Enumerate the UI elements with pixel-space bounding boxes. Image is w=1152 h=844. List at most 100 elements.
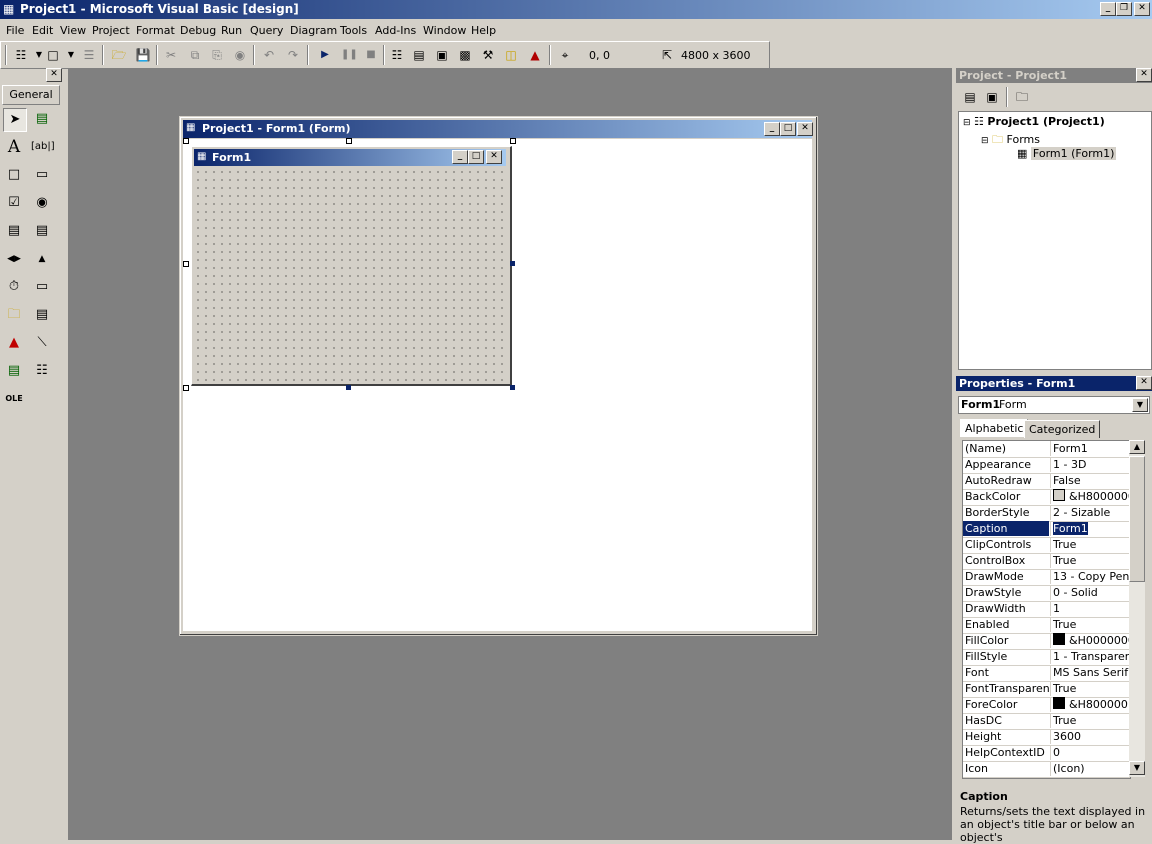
property-row[interactable]: Height 3600	[963, 729, 1130, 746]
data-view-icon[interactable]: ◫	[503, 47, 519, 63]
toolbox-tab-general[interactable]: General	[2, 85, 60, 105]
toolbox-close-button[interactable]: ✕	[46, 68, 62, 82]
property-row[interactable]: Font MS Sans Serif	[963, 665, 1130, 682]
end-icon[interactable]: ■	[363, 47, 379, 63]
tab-categorized[interactable]: Categorized	[1024, 420, 1101, 438]
form1-title-bar[interactable]: ▦ Form1 _ □ ✕	[194, 149, 506, 166]
ole-icon[interactable]: OLE	[3, 388, 25, 410]
scroll-down-icon[interactable]: ▼	[1129, 761, 1145, 775]
image-icon[interactable]: ▤	[3, 360, 25, 382]
start-icon[interactable]: ▶	[317, 47, 333, 63]
listbox-icon[interactable]: ▤	[31, 220, 53, 242]
collapse-icon[interactable]: ⊟	[981, 136, 989, 146]
property-value[interactable]: True	[1050, 537, 1130, 552]
property-row[interactable]: Icon (Icon)	[963, 761, 1130, 778]
property-value[interactable]: (Icon)	[1050, 761, 1130, 776]
project-explorer-close-button[interactable]: ✕	[1136, 68, 1152, 82]
properties-title-bar[interactable]: Properties - Form1 ✕	[956, 376, 1152, 391]
app-title-bar[interactable]: ▦ Project1 - Microsoft Visual Basic [des…	[0, 0, 1152, 19]
property-value[interactable]: 1	[1050, 601, 1130, 616]
picturebox-icon[interactable]: ▤	[31, 108, 53, 130]
property-row[interactable]: BorderStyle 2 - Sizable	[963, 505, 1130, 522]
menu-project[interactable]: Project	[92, 24, 130, 37]
property-value[interactable]: 2 - Sizable	[1050, 505, 1130, 520]
menu-editor-icon[interactable]: ☰	[81, 47, 97, 63]
menu-edit[interactable]: Edit	[32, 24, 53, 37]
redo-icon[interactable]: ↷	[285, 47, 301, 63]
designer-title-bar[interactable]: ▦ Project1 - Form1 (Form) _ □ ✕	[183, 120, 813, 138]
collapse-icon[interactable]: ⊟	[963, 118, 971, 128]
menu-tools[interactable]: Tools	[340, 24, 367, 37]
object-selector[interactable]: Form1 Form ▼	[958, 396, 1150, 414]
cut-icon[interactable]: ✂	[163, 47, 179, 63]
data-control-icon[interactable]: ☷	[31, 360, 53, 382]
form1-design-grid[interactable]	[194, 168, 506, 381]
property-row[interactable]: ClipControls True	[963, 537, 1130, 554]
property-value[interactable]: Form1	[1050, 441, 1130, 456]
label-icon[interactable]: A	[3, 136, 25, 158]
vscrollbar-icon[interactable]: ▲	[31, 248, 53, 270]
property-grid-scrollbar[interactable]: ▲ ▼	[1129, 440, 1145, 777]
textbox-icon[interactable]: [ab|]	[31, 136, 55, 158]
menu-view[interactable]: View	[60, 24, 86, 37]
toggle-folders-icon[interactable]: 🗀	[1014, 89, 1030, 105]
property-row[interactable]: AutoRedraw False	[963, 473, 1130, 490]
property-value[interactable]: 0	[1050, 745, 1130, 760]
undo-icon[interactable]: ↶	[261, 47, 277, 63]
checkbox-icon[interactable]: ☑	[3, 192, 25, 214]
properties-window-icon[interactable]: ▤	[411, 47, 427, 63]
property-row[interactable]: Appearance 1 - 3D	[963, 457, 1130, 474]
view-code-icon[interactable]: ▤	[962, 89, 978, 105]
properties-close-button[interactable]: ✕	[1136, 376, 1152, 390]
menu-query[interactable]: Query	[250, 24, 283, 37]
dirlistbox-icon[interactable]: 🗀	[3, 304, 25, 326]
menu-file[interactable]: File	[6, 24, 24, 37]
dropdown-arrow-icon[interactable]: ▼	[63, 47, 79, 63]
tree-node-project[interactable]: ⊟ ☷ Project1 (Project1)	[963, 115, 1105, 128]
filelistbox-icon[interactable]: ▤	[31, 304, 53, 326]
frame-icon[interactable]: □	[3, 164, 25, 186]
combobox-icon[interactable]: ▤	[3, 220, 25, 242]
property-value[interactable]: &H8000000F	[1050, 489, 1130, 504]
property-value[interactable]: &H00000000	[1050, 633, 1130, 648]
menu-run[interactable]: Run	[221, 24, 242, 37]
menu-window[interactable]: Window	[423, 24, 466, 37]
property-row[interactable]: HelpContextID 0	[963, 745, 1130, 762]
add-form-icon[interactable]: □	[45, 47, 61, 63]
copy-icon[interactable]: ⧉	[187, 47, 203, 63]
pointer-icon[interactable]: ➤	[3, 108, 27, 132]
project-explorer-icon[interactable]: ☷	[389, 47, 405, 63]
commandbutton-icon[interactable]: ▭	[31, 164, 53, 186]
property-row[interactable]: DrawMode 13 - Copy Pen	[963, 569, 1130, 586]
property-value[interactable]: True	[1050, 553, 1130, 568]
property-value[interactable]: MS Sans Serif	[1050, 665, 1130, 680]
add-project-icon[interactable]: ☷	[13, 47, 29, 63]
property-value[interactable]: 13 - Copy Pen	[1050, 569, 1130, 584]
paste-icon[interactable]: ⎘	[209, 47, 225, 63]
optionbutton-icon[interactable]: ◉	[31, 192, 53, 214]
menu-add-ins[interactable]: Add-Ins	[375, 24, 416, 37]
property-value[interactable]: 1 - Transparent	[1050, 649, 1130, 664]
designer-minimize-button[interactable]: _	[764, 122, 780, 136]
property-value[interactable]: False	[1050, 473, 1130, 488]
property-value[interactable]: 1 - 3D	[1050, 457, 1130, 472]
menu-diagram[interactable]: Diagram	[290, 24, 337, 37]
form1[interactable]: ▦ Form1 _ □ ✕	[191, 146, 512, 386]
scroll-up-icon[interactable]: ▲	[1129, 440, 1145, 454]
shape-icon[interactable]: ▲	[3, 332, 25, 354]
timer-icon[interactable]: ⏱	[3, 276, 25, 298]
view-object-icon[interactable]: ▣	[984, 89, 1000, 105]
property-row[interactable]: DrawWidth 1	[963, 601, 1130, 618]
property-row[interactable]: (Name) Form1	[963, 441, 1130, 458]
property-row[interactable]: Enabled True	[963, 617, 1130, 634]
line-icon[interactable]: ⟍	[31, 332, 53, 354]
visual-component-manager-icon[interactable]: ▲	[527, 47, 543, 63]
property-value[interactable]: True	[1050, 681, 1130, 696]
restore-button[interactable]: ❐	[1116, 2, 1132, 16]
property-row[interactable]: ControlBox True	[963, 553, 1130, 570]
scroll-thumb[interactable]	[1129, 456, 1145, 582]
drivelistbox-icon[interactable]: ▭	[31, 276, 53, 298]
open-folder-icon[interactable]: 🗁	[111, 47, 127, 63]
sizing-handle[interactable]	[510, 385, 515, 390]
designer-maximize-button[interactable]: □	[780, 122, 796, 136]
